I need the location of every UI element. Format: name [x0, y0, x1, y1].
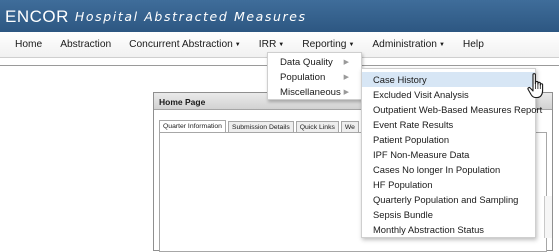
- menu-item-population[interactable]: Population ▶: [268, 70, 361, 85]
- nav-label: Home: [15, 39, 43, 50]
- nav-label: Concurrent Abstraction: [129, 39, 233, 50]
- nav-abstraction[interactable]: Abstraction: [51, 32, 120, 57]
- nav-label: Administration: [372, 39, 437, 50]
- submenu-item-cases-no-longer[interactable]: Cases No longer In Population: [362, 162, 535, 177]
- chevron-right-icon: ▶: [343, 74, 349, 81]
- menu-item-data-quality[interactable]: Data Quality ▶: [268, 55, 361, 70]
- caret-down-icon: ▼: [278, 41, 285, 48]
- tab-submission-details[interactable]: Submission Details: [227, 121, 294, 132]
- chevron-right-icon: ▶: [343, 89, 349, 96]
- submenu-item-quarterly-population[interactable]: Quarterly Population and Sampling: [362, 192, 535, 207]
- submenu-item-sepsis-bundle[interactable]: Sepsis Bundle: [362, 207, 535, 222]
- caret-down-icon: ▼: [438, 41, 445, 48]
- tab-quick-links[interactable]: Quick Links: [295, 121, 339, 132]
- submenu-item-patient-population[interactable]: Patient Population: [362, 132, 535, 147]
- menu-item-label: Data Quality: [280, 57, 333, 68]
- nav-home[interactable]: Home: [6, 32, 51, 57]
- submenu-item-excluded-visit-analysis[interactable]: Excluded Visit Analysis: [362, 87, 535, 102]
- nav-help[interactable]: Help: [454, 32, 493, 57]
- menu-item-label: Population: [280, 72, 326, 83]
- caret-down-icon: ▼: [348, 41, 355, 48]
- hand-pointer-icon: [527, 73, 544, 99]
- tab-row: Quarter Information Submission Details Q…: [159, 120, 361, 132]
- tab-quarter-information[interactable]: Quarter Information: [159, 120, 226, 132]
- scrollbar[interactable]: [544, 196, 552, 238]
- brand-logo: ENCOR: [5, 6, 69, 26]
- tab-truncated[interactable]: We: [340, 121, 359, 132]
- submenu-item-monthly-abstraction-status[interactable]: Monthly Abstraction Status: [362, 222, 535, 237]
- nav-label: Help: [462, 39, 484, 50]
- reporting-menu: Data Quality ▶ Population ▶ Miscellaneou…: [267, 52, 362, 100]
- nav-label: Reporting: [302, 39, 347, 50]
- caret-down-icon: ▼: [234, 41, 241, 48]
- app-title: Hospital Abstracted Measures: [74, 8, 307, 24]
- nav-label: Abstraction: [60, 39, 112, 50]
- submenu-item-outpatient-measures-report[interactable]: Outpatient Web-Based Measures Report: [362, 102, 542, 117]
- submenu-item-event-rate-results[interactable]: Event Rate Results: [362, 117, 535, 132]
- menu-item-miscellaneous[interactable]: Miscellaneous ▶: [268, 85, 361, 100]
- chevron-right-icon: ▶: [343, 59, 349, 66]
- submenu-item-ipf-non-measure-data[interactable]: IPF Non-Measure Data: [362, 147, 535, 162]
- nav-administration[interactable]: Administration ▼: [363, 32, 454, 57]
- nav-concurrent-abstraction[interactable]: Concurrent Abstraction ▼: [120, 32, 250, 57]
- nav-label: IRR: [258, 39, 277, 50]
- submenu-item-hf-population[interactable]: HF Population: [362, 177, 535, 192]
- menu-item-label: Miscellaneous: [280, 87, 341, 98]
- population-submenu: Case History Excluded Visit Analysis Out…: [361, 68, 542, 238]
- app-header: ENCOR Hospital Abstracted Measures: [0, 0, 559, 32]
- submenu-item-case-history[interactable]: Case History: [362, 72, 535, 87]
